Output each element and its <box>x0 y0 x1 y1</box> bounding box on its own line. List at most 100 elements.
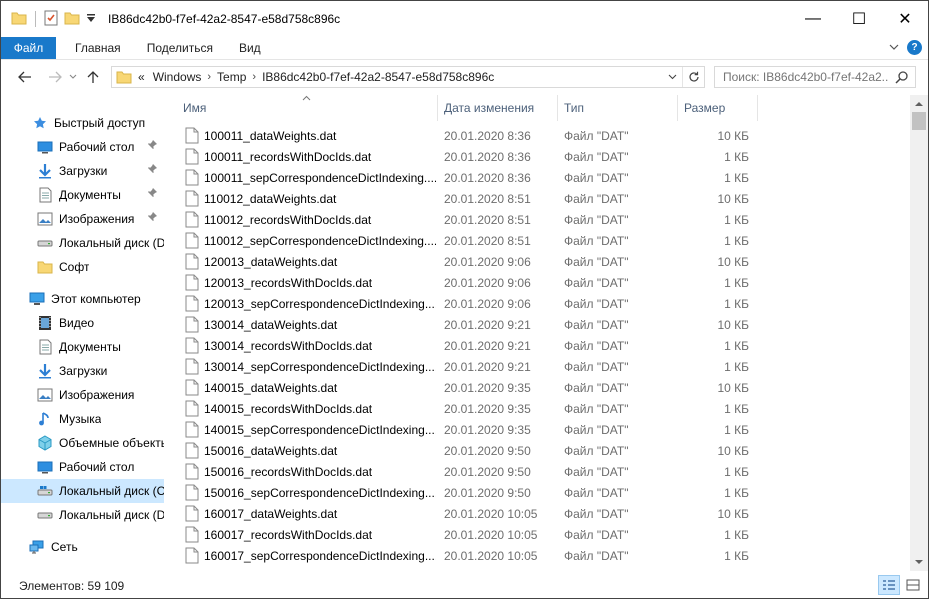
tab-share[interactable]: Поделиться <box>133 37 225 59</box>
column-header-date[interactable]: Дата изменения <box>438 95 558 121</box>
sidebar-item-music[interactable]: Музыка <box>1 407 164 431</box>
file-row[interactable]: 110012_dataWeights.dat 20.01.2020 8:51 Фай… <box>165 188 910 209</box>
scrollbar-thumb[interactable] <box>912 112 926 130</box>
file-row[interactable]: 160017_recordsWithDocIds.dat 20.01.2020 1… <box>165 524 910 545</box>
file-date: 20.01.2020 8:36 <box>444 129 531 143</box>
sidebar-item-desktop[interactable]: Рабочий стол <box>1 135 164 159</box>
file-icon <box>185 274 199 291</box>
file-date: 20.01.2020 9:35 <box>444 381 531 395</box>
quick-access-toolbar <box>1 10 96 29</box>
sidebar-item-this-pc[interactable]: Этот компьютер <box>1 287 164 311</box>
recent-locations-button[interactable] <box>67 65 79 89</box>
file-size: 1 КБ <box>724 339 749 353</box>
file-date: 20.01.2020 8:51 <box>444 234 531 248</box>
file-row[interactable]: 130014_dataWeights.dat 20.01.2020 9:21 Фай… <box>165 314 910 335</box>
sidebar-item-local-disk-c[interactable]: Локальный диск (C <box>1 479 164 503</box>
tab-file[interactable]: Файл <box>1 37 56 59</box>
file-row[interactable]: 100011_dataWeights.dat 20.01.2020 8:36 Фай… <box>165 125 910 146</box>
file-row[interactable]: 160017_sepCorrespondenceDictIndexing....… <box>165 545 910 566</box>
file-icon <box>185 253 199 270</box>
file-row[interactable]: 120013_sepCorrespondenceDictIndexing....… <box>165 293 910 314</box>
documents-icon <box>37 339 53 355</box>
customize-toolbar-icon[interactable] <box>86 13 96 26</box>
breadcrumb-current[interactable]: IB86dc42b0-f7ef-42a2-8547-e58d758c896c <box>256 70 500 84</box>
file-name: 100011_recordsWithDocIds.dat <box>204 150 372 164</box>
search-icon[interactable] <box>895 70 909 87</box>
sidebar-item-pictures-pc[interactable]: Изображения <box>1 383 164 407</box>
search-input[interactable] <box>723 70 889 84</box>
back-button[interactable] <box>13 65 37 89</box>
file-row[interactable]: 150016_sepCorrespondenceDictIndexing....… <box>165 482 910 503</box>
file-date: 20.01.2020 9:06 <box>444 297 531 311</box>
sidebar-item-quick-access[interactable]: Быстрый доступ <box>1 111 164 135</box>
tab-home[interactable]: Главная <box>56 37 133 59</box>
sidebar-item-documents-pc[interactable]: Документы <box>1 335 164 359</box>
vertical-scrollbar[interactable] <box>910 95 928 571</box>
download-icon <box>37 163 53 179</box>
sidebar-item-local-disk-d-pc[interactable]: Локальный диск (D <box>1 503 164 527</box>
file-name: 100011_sepCorrespondenceDictIndexing.... <box>204 171 436 185</box>
file-row[interactable]: 120013_recordsWithDocIds.dat 20.01.2020 9… <box>165 272 910 293</box>
tab-view[interactable]: Вид <box>225 37 273 59</box>
search-box[interactable] <box>714 66 916 88</box>
file-row[interactable]: 100011_recordsWithDocIds.dat 20.01.2020 8… <box>165 146 910 167</box>
sidebar-item-soft[interactable]: Софт <box>1 255 164 279</box>
details-view-icon[interactable] <box>878 575 900 595</box>
pin-icon[interactable] <box>148 164 158 177</box>
sidebar-item-desktop-pc[interactable]: Рабочий стол <box>1 455 164 479</box>
scroll-up-icon[interactable] <box>910 95 928 112</box>
file-date: 20.01.2020 9:21 <box>444 339 531 353</box>
file-type: Файл "DAT" <box>564 423 629 437</box>
maximize-button[interactable]: ☐ <box>836 1 882 37</box>
file-row[interactable]: 140015_dataWeights.dat 20.01.2020 9:35 Фай… <box>165 377 910 398</box>
file-size: 1 КБ <box>724 423 749 437</box>
scroll-down-icon[interactable] <box>910 554 928 571</box>
sidebar-item-documents[interactable]: Документы <box>1 183 164 207</box>
file-name: 140015_sepCorrespondenceDictIndexing.... <box>204 423 436 437</box>
file-row[interactable]: 150016_recordsWithDocIds.dat 20.01.2020 9… <box>165 461 910 482</box>
file-row[interactable]: 130014_sepCorrespondenceDictIndexing....… <box>165 356 910 377</box>
folder-icon[interactable] <box>11 11 27 28</box>
refresh-button[interactable] <box>682 67 704 87</box>
pin-icon[interactable] <box>148 212 158 225</box>
3d-objects-icon <box>37 435 53 451</box>
file-row[interactable]: 140015_recordsWithDocIds.dat 20.01.2020 9… <box>165 398 910 419</box>
properties-icon[interactable] <box>44 10 58 29</box>
sidebar-item-downloads-pc[interactable]: Загрузки <box>1 359 164 383</box>
breadcrumb-overflow[interactable]: « <box>132 70 147 84</box>
sidebar-item-video[interactable]: Видео <box>1 311 164 335</box>
file-size: 1 КБ <box>724 150 749 164</box>
sidebar-item-3d-objects[interactable]: Объемные объекты <box>1 431 164 455</box>
new-folder-icon[interactable] <box>64 11 80 28</box>
sidebar-item-pictures[interactable]: Изображения <box>1 207 164 231</box>
forward-button[interactable] <box>43 65 67 89</box>
file-name: 160017_recordsWithDocIds.dat <box>204 528 373 542</box>
sidebar-item-local-disk-d[interactable]: Локальный диск (D <box>1 231 164 255</box>
folder-icon <box>116 70 132 84</box>
sidebar-item-network[interactable]: Сеть <box>1 535 164 559</box>
sidebar-item-downloads[interactable]: Загрузки <box>1 159 164 183</box>
up-button[interactable] <box>81 65 105 89</box>
file-row[interactable]: 100011_sepCorrespondenceDictIndexing....… <box>165 167 910 188</box>
file-row[interactable]: 120013_dataWeights.dat 20.01.2020 9:06 Фай… <box>165 251 910 272</box>
close-button[interactable]: ✕ <box>882 1 928 37</box>
breadcrumb-windows[interactable]: Windows <box>147 70 208 84</box>
expand-ribbon-icon[interactable] <box>889 41 899 55</box>
breadcrumb-temp[interactable]: Temp <box>211 70 252 84</box>
file-row[interactable]: 110012_sepCorrespondenceDictIndexing....… <box>165 230 910 251</box>
large-icons-view-icon[interactable] <box>902 575 924 595</box>
minimize-button[interactable]: — <box>790 1 836 37</box>
file-row[interactable]: 110012_recordsWithDocIds.dat 20.01.2020 8… <box>165 209 910 230</box>
column-header-size[interactable]: Размер <box>678 95 758 121</box>
pin-icon[interactable] <box>148 140 158 153</box>
file-row[interactable]: 150016_dataWeights.dat 20.01.2020 9:50 Фай… <box>165 440 910 461</box>
address-bar[interactable]: « Windows › Temp › IB86dc42b0-f7ef-42a2-… <box>111 66 705 88</box>
file-row[interactable]: 130014_recordsWithDocIds.dat 20.01.2020 9… <box>165 335 910 356</box>
file-row[interactable]: 140015_sepCorrespondenceDictIndexing....… <box>165 419 910 440</box>
file-row[interactable]: 160017_dataWeights.dat 20.01.2020 10:05 Фа… <box>165 503 910 524</box>
status-bar: Элементов: 59 109 <box>1 573 928 598</box>
column-header-type[interactable]: Тип <box>558 95 678 121</box>
help-icon[interactable]: ? <box>907 40 922 55</box>
pin-icon[interactable] <box>148 188 158 201</box>
address-dropdown-icon[interactable] <box>664 67 680 87</box>
